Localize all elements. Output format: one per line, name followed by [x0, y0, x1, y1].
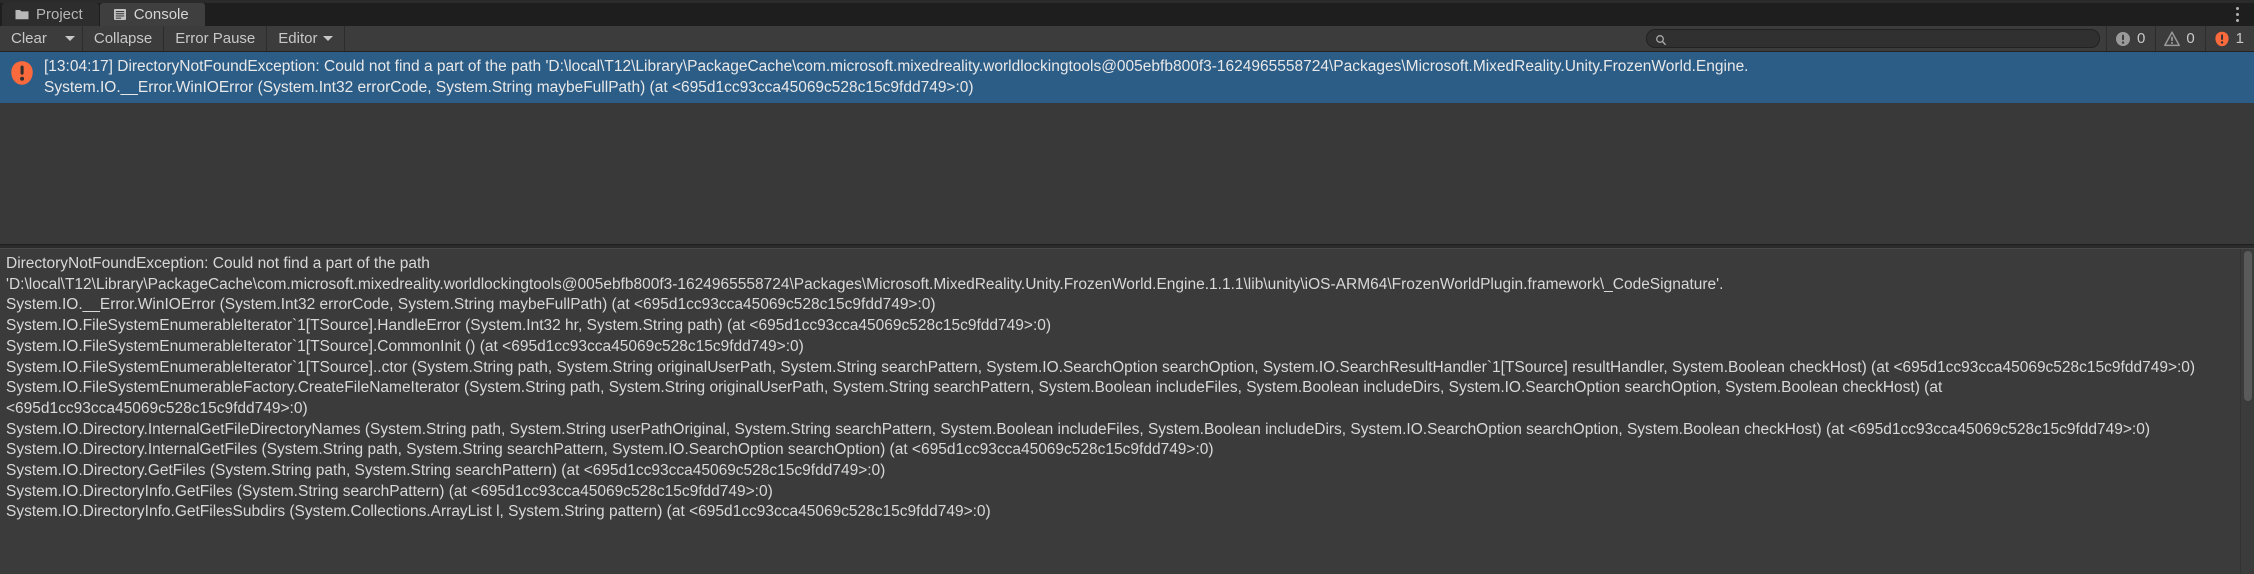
error-icon [11, 61, 33, 85]
warning-count-value: 0 [2186, 30, 2195, 47]
search-icon [1655, 33, 1667, 45]
collapse-button[interactable]: Collapse [82, 26, 165, 51]
warning-count-badge[interactable]: 0 [2155, 26, 2204, 51]
stack-trace-detail-pane[interactable]: DirectoryNotFoundException: Could not fi… [0, 249, 2254, 574]
error-count-value: 1 [2235, 30, 2244, 47]
console-icon [113, 8, 127, 21]
tab-console-label: Console [133, 6, 189, 23]
tab-strip: Project Console [0, 0, 2254, 26]
stack-trace-line: System.IO.DirectoryInfo.GetFiles (System… [6, 482, 773, 500]
error-pause-button[interactable]: Error Pause [164, 26, 268, 51]
toolbar-spacer [345, 26, 1646, 51]
log-entry-icon-cell [0, 56, 44, 86]
log-entry-list[interactable]: [13:04:17] DirectoryNotFoundException: C… [0, 52, 2254, 244]
detail-scrollbar[interactable] [2240, 249, 2254, 574]
stack-trace-line: DirectoryNotFoundException: Could not fi… [6, 255, 430, 272]
stack-trace-line: 'D:\local\T12\Library\PackageCache\com.m… [6, 275, 1724, 293]
tab-project-label: Project [36, 6, 83, 23]
folder-icon [15, 8, 29, 21]
stack-trace-line: System.IO.FileSystemEnumerableIterator`1… [6, 317, 1052, 335]
chevron-down-icon [323, 36, 334, 41]
stack-trace-line: System.IO.Directory.InternalGetFileDirec… [6, 420, 2150, 438]
clear-dropdown-button[interactable] [57, 26, 83, 51]
unity-console-window: Project Console Clear Collapse Error Pau… [0, 0, 2254, 574]
log-entry-line-2: System.IO.__Error.WinIOError (System.Int… [44, 79, 974, 96]
stack-trace-line: System.IO.Directory.GetFiles (System.Str… [6, 462, 886, 480]
error-pause-button-label: Error Pause [175, 30, 256, 47]
stack-trace-line: System.IO.Directory.InternalGetFiles (Sy… [6, 441, 1214, 459]
tab-console[interactable]: Console [99, 3, 205, 26]
info-icon [2115, 31, 2130, 46]
error-count-badge[interactable]: 1 [2204, 26, 2254, 51]
collapse-button-label: Collapse [93, 30, 153, 47]
console-toolbar: Clear Collapse Error Pause Editor 0 0 1 [0, 26, 2254, 52]
info-count-value: 0 [2136, 30, 2146, 47]
log-entry-text: [13:04:17] DirectoryNotFoundException: C… [44, 56, 2254, 98]
stack-trace-line: System.IO.FileSystemEnumerableIterator`1… [6, 337, 804, 355]
log-entry-line-1: [13:04:17] DirectoryNotFoundException: C… [44, 58, 1749, 75]
log-entry-row[interactable]: [13:04:17] DirectoryNotFoundException: C… [0, 52, 2254, 103]
stack-trace-line: System.IO.__Error.WinIOError (System.Int… [6, 296, 936, 314]
tab-project[interactable]: Project [2, 3, 99, 26]
detail-scrollbar-thumb[interactable] [2244, 251, 2252, 401]
clear-button[interactable]: Clear [0, 26, 58, 51]
chevron-down-icon [64, 36, 75, 41]
warning-icon [2164, 30, 2181, 46]
stack-trace-line: System.IO.FileSystemEnumerableFactory.Cr… [6, 379, 1947, 417]
editor-dropdown-button[interactable]: Editor [267, 26, 346, 51]
search-field[interactable] [1645, 29, 2100, 48]
clear-button-label: Clear [11, 30, 47, 47]
stack-trace-line: System.IO.FileSystemEnumerableIterator`1… [6, 358, 2196, 376]
stack-trace-line: System.IO.DirectoryInfo.GetFilesSubdirs … [6, 503, 991, 521]
search-input[interactable] [1666, 31, 2091, 46]
stack-trace-text: DirectoryNotFoundException: Could not fi… [6, 254, 2254, 523]
kebab-menu-icon[interactable] [2226, 3, 2248, 26]
error-icon [2215, 31, 2229, 46]
info-count-badge[interactable]: 0 [2105, 26, 2155, 51]
editor-dropdown-label: Editor [278, 30, 318, 47]
